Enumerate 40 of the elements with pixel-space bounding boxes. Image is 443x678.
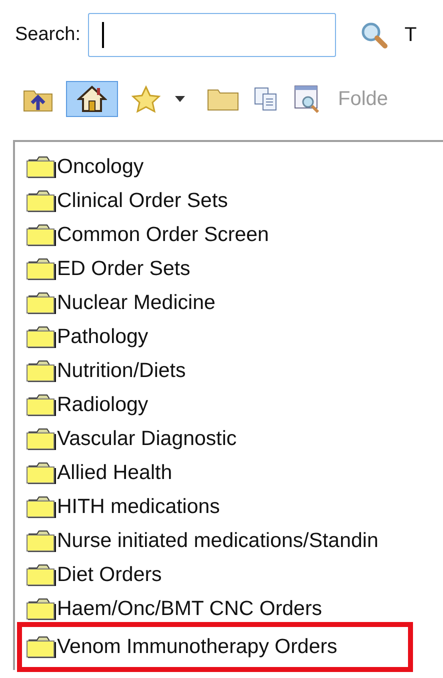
folder-item[interactable]: Clinical Order Sets bbox=[25, 184, 443, 218]
folder-icon bbox=[25, 325, 57, 349]
folder-icon bbox=[25, 393, 57, 417]
folder-icon bbox=[207, 87, 239, 111]
folder-icon bbox=[25, 635, 57, 659]
folder-item[interactable]: Nurse initiated medications/Standin bbox=[25, 524, 443, 558]
search-label: Search: bbox=[15, 24, 80, 46]
home-icon bbox=[77, 85, 107, 113]
panel-label: T bbox=[404, 24, 417, 46]
caret-icon bbox=[175, 96, 185, 102]
folder-item[interactable]: Radiology bbox=[25, 388, 443, 422]
folder-item[interactable]: Pathology bbox=[25, 320, 443, 354]
search-field[interactable] bbox=[88, 13, 336, 57]
folder-item[interactable]: Vascular Diagnostic bbox=[25, 422, 443, 456]
toolbar-label: Folde bbox=[338, 88, 388, 110]
folder-item[interactable]: Haem/Onc/BMT CNC Orders bbox=[25, 592, 443, 626]
folder-icon bbox=[25, 155, 57, 179]
folder-icon bbox=[25, 359, 57, 383]
star-icon bbox=[131, 85, 161, 113]
folder-item[interactable]: Common Order Screen bbox=[25, 218, 443, 252]
folder-item[interactable]: HITH medications bbox=[25, 490, 443, 524]
folder-icon bbox=[25, 257, 57, 281]
folder-item[interactable]: Nuclear Medicine bbox=[25, 286, 443, 320]
folder-item[interactable]: Oncology bbox=[25, 150, 443, 184]
folder-icon bbox=[25, 223, 57, 247]
copy-icon bbox=[253, 86, 279, 112]
folder-item[interactable]: Nutrition/Diets bbox=[25, 354, 443, 388]
search-icon[interactable] bbox=[360, 21, 388, 49]
folder-icon bbox=[25, 291, 57, 315]
folder-icon bbox=[25, 189, 57, 213]
folder-item[interactable]: Allied Health bbox=[25, 456, 443, 490]
folder-icon bbox=[25, 427, 57, 451]
folder-icon bbox=[25, 461, 57, 485]
folder-item[interactable]: ED Order Sets bbox=[25, 252, 443, 286]
folder-item[interactable]: Diet Orders bbox=[25, 558, 443, 592]
home-button[interactable] bbox=[66, 81, 118, 117]
folder-icon bbox=[25, 529, 57, 553]
folder-icon bbox=[25, 563, 57, 587]
folder-icon bbox=[25, 495, 57, 519]
folder-icon bbox=[25, 597, 57, 621]
